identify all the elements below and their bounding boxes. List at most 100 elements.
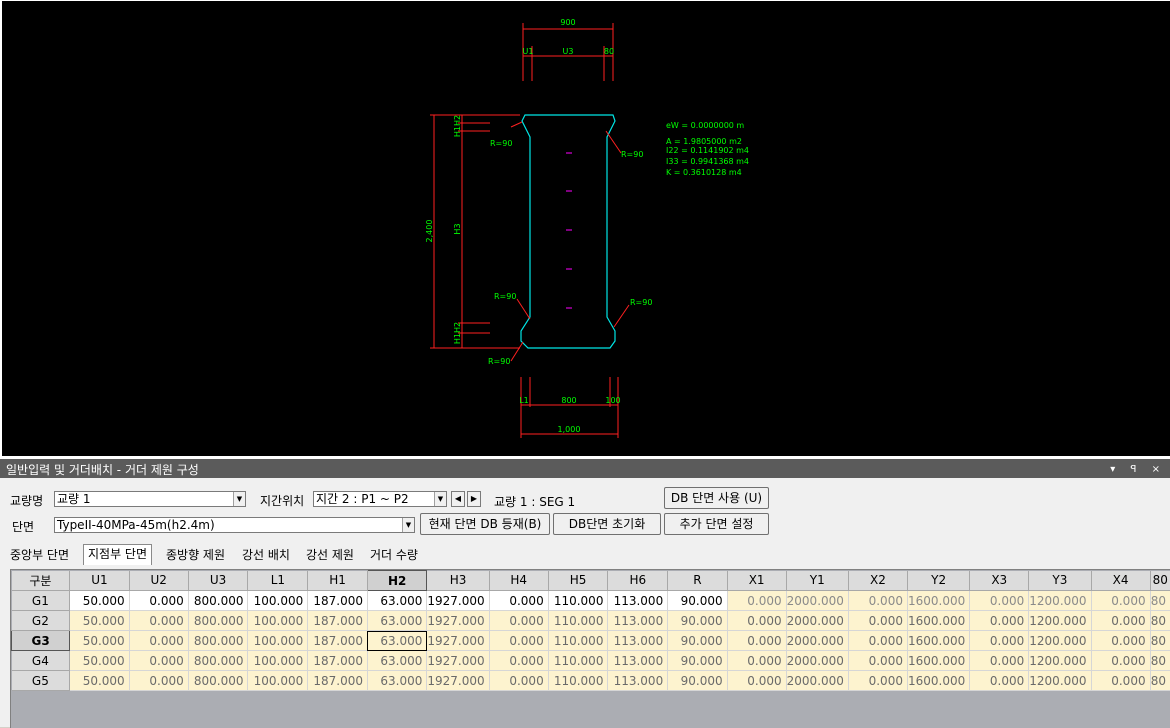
table-cell[interactable]: 0.000 [129,591,188,611]
table-cell[interactable]: 63.000 [367,591,426,611]
chevron-down-icon[interactable]: ▼ [233,492,245,506]
table-cell[interactable]: 187.000 [308,591,368,611]
panel-window-controls[interactable]: ▾ ꟼ × [1110,459,1166,481]
column-header-y2[interactable]: Y2 [907,571,969,591]
table-cell[interactable]: 0.000 [727,631,786,651]
table-cell[interactable]: 1200.000 [1029,651,1091,671]
table-cell[interactable]: 50.000 [70,611,129,631]
table-cell[interactable]: 0.000 [489,591,548,611]
column-header-x1[interactable]: X1 [727,571,786,591]
table-cell[interactable]: 0.000 [129,651,188,671]
table-cell[interactable]: 0.000 [970,591,1029,611]
table-cell[interactable]: 63.000 [367,671,426,691]
table-cell[interactable]: 50.000 [70,651,129,671]
table-cell[interactable]: 100.000 [248,611,308,631]
column-header-구분[interactable]: 구분 [12,571,70,591]
column-header-u2[interactable]: U2 [129,571,188,591]
table-cell[interactable]: 90.000 [668,651,727,671]
table-cell[interactable]: 1600.000 [907,651,969,671]
column-header-h2[interactable]: H2 [367,571,426,591]
table-cell[interactable]: 0.000 [489,651,548,671]
table-cell[interactable]: 800.000 [188,591,248,611]
table-cell[interactable]: 80 [1150,611,1170,631]
table-cell[interactable]: 1927.000 [427,631,489,651]
section-select[interactable]: TypeII-40MPa-45m(h2.4m) ▼ [54,517,415,533]
table-row[interactable]: G450.0000.000800.000100.000187.00063.000… [12,651,1170,671]
table-cell[interactable]: 0.000 [1091,631,1150,651]
table-cell[interactable]: 113.000 [608,631,668,651]
db-use-button[interactable]: DB 단면 사용 (U) [664,487,769,509]
span-select[interactable]: 지간 2 : P1 ~ P2 ▼ [313,491,447,507]
table-cell[interactable]: 80 [1150,631,1170,651]
table-cell[interactable]: 1200.000 [1029,591,1091,611]
tab-girder-quantity[interactable]: 거더 수량 [366,546,422,564]
table-cell[interactable]: 113.000 [608,611,668,631]
table-cell[interactable]: 1927.000 [427,671,489,691]
row-header[interactable]: G4 [12,651,70,671]
column-header-y3[interactable]: Y3 [1029,571,1091,591]
table-cell[interactable]: 90.000 [668,591,727,611]
column-header-r[interactable]: R [668,571,727,591]
table-cell[interactable]: 800.000 [188,651,248,671]
table-cell[interactable]: 50.000 [70,591,129,611]
column-header-x2[interactable]: X2 [848,571,907,591]
tab-longitudinal[interactable]: 종방향 제원 [162,546,229,564]
table-cell[interactable]: 0.000 [727,671,786,691]
table-cell[interactable]: 187.000 [308,671,368,691]
column-header-l1[interactable]: L1 [248,571,308,591]
table-cell[interactable]: 110.000 [548,631,608,651]
table-cell[interactable]: 0.000 [129,631,188,651]
column-header-h4[interactable]: H4 [489,571,548,591]
table-cell[interactable]: 0.000 [1091,651,1150,671]
table-cell[interactable]: 1200.000 [1029,631,1091,651]
table-row[interactable]: G550.0000.000800.000100.000187.00063.000… [12,671,1170,691]
table-cell[interactable]: 187.000 [308,611,368,631]
table-cell[interactable]: 0.000 [129,671,188,691]
table-cell[interactable]: 110.000 [548,651,608,671]
table-cell[interactable]: 110.000 [548,591,608,611]
table-cell[interactable]: 90.000 [668,671,727,691]
table-cell[interactable]: 2000.000 [786,671,848,691]
table-cell[interactable]: 0.000 [489,631,548,651]
table-cell[interactable]: 0.000 [970,651,1029,671]
table-cell[interactable]: 0.000 [848,631,907,651]
table-cell[interactable]: 1600.000 [907,631,969,651]
table-cell[interactable]: 63.000 [367,611,426,631]
table-cell[interactable]: 90.000 [668,631,727,651]
table-cell[interactable]: 0.000 [1091,611,1150,631]
table-cell[interactable]: 80 [1150,651,1170,671]
table-cell[interactable]: 80 [1150,671,1170,691]
table-cell[interactable]: 110.000 [548,671,608,691]
table-cell[interactable]: 100.000 [248,651,308,671]
table-cell[interactable]: 2000.000 [786,651,848,671]
table-cell[interactable]: 2000.000 [786,591,848,611]
table-row[interactable]: G250.0000.000800.000100.000187.00063.000… [12,611,1170,631]
column-header-u3[interactable]: U3 [188,571,248,591]
table-cell[interactable]: 100.000 [248,631,308,651]
column-header-h3[interactable]: H3 [427,571,489,591]
table-cell[interactable]: 63.000 [367,631,426,651]
tab-strand-specs[interactable]: 강선 제원 [302,546,358,564]
table-cell[interactable]: 1600.000 [907,591,969,611]
table-cell[interactable]: 0.000 [489,671,548,691]
table-cell[interactable]: 100.000 [248,591,308,611]
table-cell[interactable]: 0.000 [727,651,786,671]
column-header-80[interactable]: 80 [1150,571,1170,591]
column-header-y1[interactable]: Y1 [786,571,848,591]
table-cell[interactable]: 0.000 [970,671,1029,691]
table-cell[interactable]: 800.000 [188,611,248,631]
chevron-down-icon[interactable]: ▼ [434,492,446,506]
table-cell[interactable]: 1927.000 [427,591,489,611]
table-cell[interactable]: 0.000 [727,591,786,611]
tab-strand-layout[interactable]: 강선 배치 [238,546,294,564]
table-cell[interactable]: 2000.000 [786,631,848,651]
chevron-down-icon[interactable]: ▼ [402,518,414,532]
table-cell[interactable]: 2000.000 [786,611,848,631]
table-cell[interactable]: 0.000 [1091,591,1150,611]
table-cell[interactable]: 80 [1150,591,1170,611]
column-header-h1[interactable]: H1 [308,571,368,591]
table-cell[interactable]: 1927.000 [427,651,489,671]
row-header[interactable]: G1 [12,591,70,611]
table-cell[interactable]: 1200.000 [1029,611,1091,631]
table-cell[interactable]: 0.000 [129,611,188,631]
